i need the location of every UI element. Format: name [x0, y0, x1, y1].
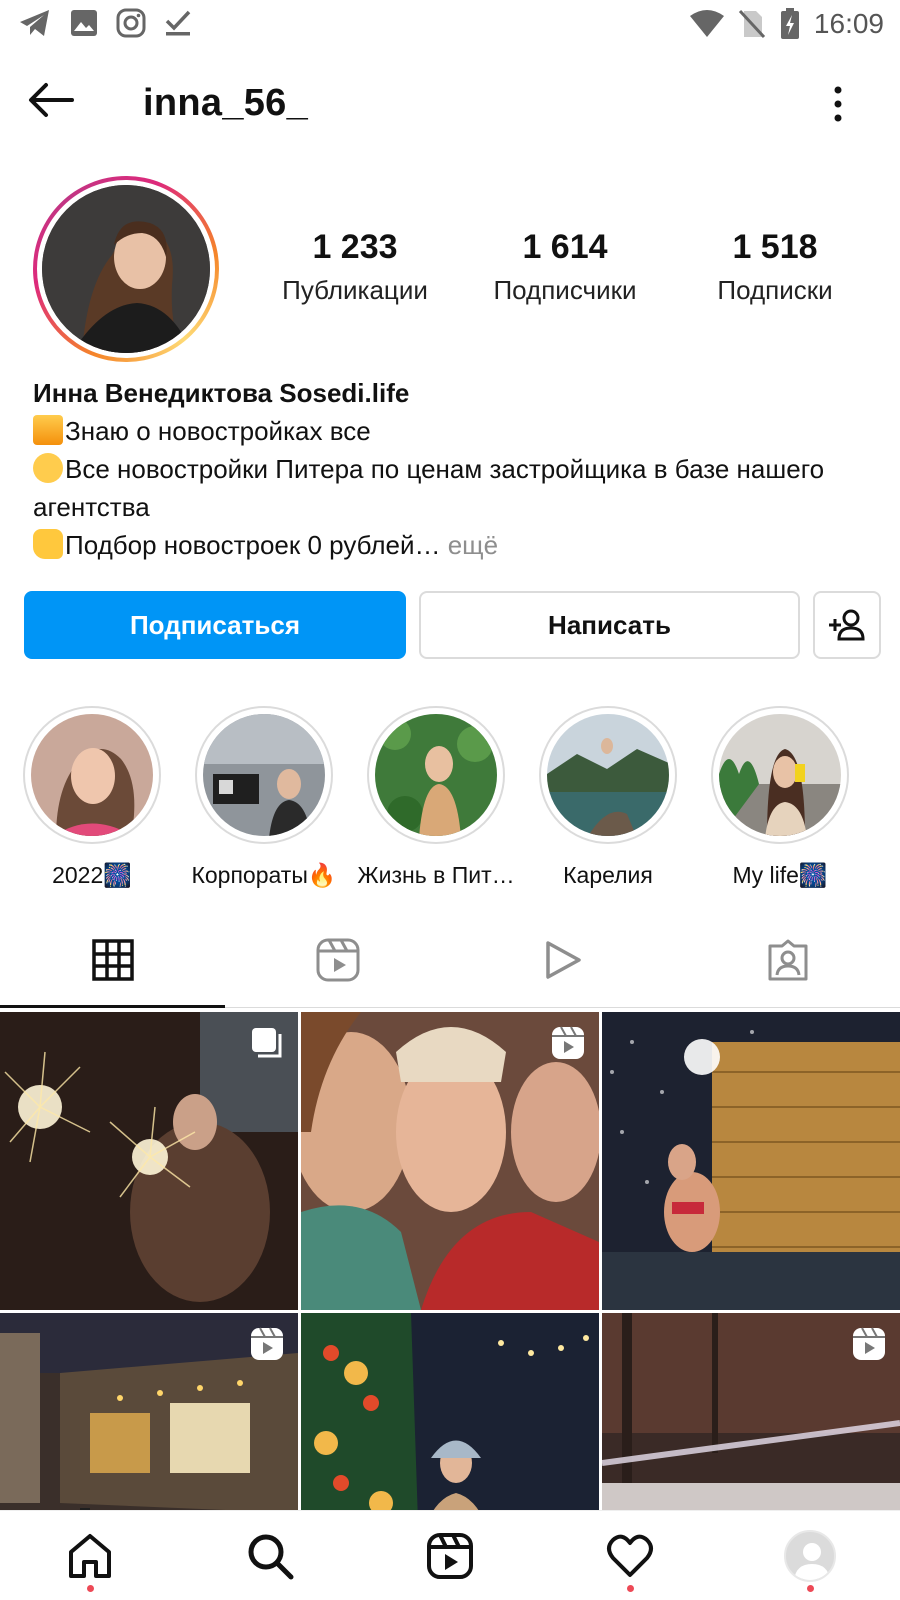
profile-actions: Подписаться Написать: [24, 591, 884, 659]
highlight-cover: [719, 714, 841, 836]
nav-home[interactable]: [0, 1511, 180, 1600]
profile-tabs: [0, 912, 900, 1008]
profile-stats: 1 233 Публикации 1 614 Подписчики 1 518 …: [250, 228, 880, 306]
highlight-label: Корпораты🔥: [191, 862, 337, 888]
play-icon: [545, 940, 581, 979]
highlight-item[interactable]: Корпораты🔥: [176, 706, 352, 889]
notification-dot: [806, 1585, 814, 1592]
search-icon: [248, 1534, 294, 1579]
stat-value: 1 518: [732, 228, 818, 266]
reels-icon: [427, 1532, 473, 1579]
back-button[interactable]: [26, 80, 86, 128]
bio-line: Знаю о новостройках все: [33, 412, 863, 450]
tab-videos[interactable]: [450, 912, 675, 1007]
status-bar: 16:09: [0, 0, 900, 50]
reels-icon: [551, 1026, 585, 1065]
thumbs-up-emoji-icon: [33, 529, 63, 559]
add-user-icon: [829, 609, 865, 641]
instagram-icon: [116, 8, 146, 38]
highlight-item[interactable]: Жизнь в Пит…: [348, 706, 524, 889]
post-thumbnail[interactable]: [602, 1012, 900, 1310]
profile-header: inna_56_: [0, 60, 900, 150]
heart-icon: [607, 1534, 653, 1577]
highlight-cover: [375, 714, 497, 836]
more-options-button[interactable]: [826, 82, 850, 126]
bio-more-link[interactable]: ещё: [441, 530, 498, 560]
profile-avatar-icon: [784, 1529, 836, 1582]
bottom-navigation: [0, 1510, 900, 1600]
follow-button[interactable]: Подписаться: [24, 591, 406, 659]
post-thumbnail[interactable]: [301, 1012, 599, 1310]
bio-line: Подбор новостроек 0 рублей… ещё: [33, 526, 863, 564]
stat-label: Подписчики: [493, 275, 637, 305]
tab-tagged[interactable]: [675, 912, 900, 1007]
tab-grid[interactable]: [0, 912, 225, 1008]
profile-bio: Инна Венедиктова Sosedi.life Знаю о ново…: [33, 374, 863, 564]
nav-reels[interactable]: [360, 1511, 540, 1600]
message-button[interactable]: Написать: [419, 591, 800, 659]
highlight-label: Жизнь в Пит…: [357, 862, 515, 888]
reels-icon: [316, 938, 359, 981]
more-vertical-icon: [834, 86, 842, 122]
profile-avatar[interactable]: [33, 176, 219, 362]
nav-activity[interactable]: [540, 1511, 720, 1600]
highlight-item[interactable]: My life🎆: [692, 706, 868, 889]
highlight-item[interactable]: Карелия: [520, 706, 696, 889]
telegram-icon: [18, 8, 52, 38]
tagged-person-icon: [768, 939, 807, 980]
wifi-icon: [689, 10, 724, 38]
stat-value: 1 233: [312, 228, 398, 266]
tab-reels[interactable]: [225, 912, 450, 1007]
gallery-icon: [70, 9, 98, 37]
notification-dot: [626, 1585, 634, 1592]
avatar-photo: [42, 185, 210, 353]
stat-label: Публикации: [282, 275, 428, 305]
arrow-left-icon: [29, 83, 74, 117]
notification-dot: [86, 1585, 94, 1592]
checkmark-icon: [164, 9, 192, 37]
stat-label: Подписки: [717, 275, 833, 305]
building-emoji-icon: [33, 415, 63, 445]
highlight-label: My life🎆: [732, 862, 828, 888]
stat-value: 1 614: [522, 228, 608, 266]
no-sim-icon: [738, 9, 766, 39]
highlight-cover: [203, 714, 325, 836]
nav-profile[interactable]: [720, 1511, 900, 1600]
carousel-icon: [250, 1026, 284, 1065]
clock: 16:09: [813, 8, 884, 39]
bio-text: Все новостройки Питера по ценам застройщ…: [33, 454, 825, 522]
highlight-item[interactable]: 2022🎆: [4, 706, 180, 889]
highlight-cover: [547, 714, 669, 836]
nav-search[interactable]: [180, 1511, 360, 1600]
highlight-label: 2022🎆: [52, 862, 132, 888]
story-highlights: 2022🎆 Корпораты🔥 Жизнь в Пит… Карелия My…: [0, 706, 900, 889]
post-thumbnail[interactable]: [0, 1012, 298, 1310]
battery-charging-icon: [780, 8, 800, 40]
home-icon: [69, 1533, 111, 1578]
profile-username: inna_56_: [143, 82, 309, 124]
bio-line: Все новостройки Питера по ценам застройщ…: [33, 450, 863, 526]
heart-eyes-emoji-icon: [33, 453, 63, 483]
highlight-label: Карелия: [563, 862, 653, 888]
bio-text: Знаю о новостройках все: [65, 416, 371, 446]
reels-icon: [250, 1327, 284, 1366]
suggested-users-button[interactable]: [813, 591, 881, 659]
profile-full-name: Инна Венедиктова Sosedi.life: [33, 378, 410, 408]
bio-text: Подбор новостроек 0 рублей…: [65, 530, 441, 560]
highlight-cover: [31, 714, 153, 836]
reels-icon: [852, 1327, 886, 1366]
grid-icon: [91, 938, 134, 981]
following-count[interactable]: 1 518 Подписки: [670, 228, 880, 306]
posts-count[interactable]: 1 233 Публикации: [250, 228, 460, 306]
followers-count[interactable]: 1 614 Подписчики: [460, 228, 670, 306]
